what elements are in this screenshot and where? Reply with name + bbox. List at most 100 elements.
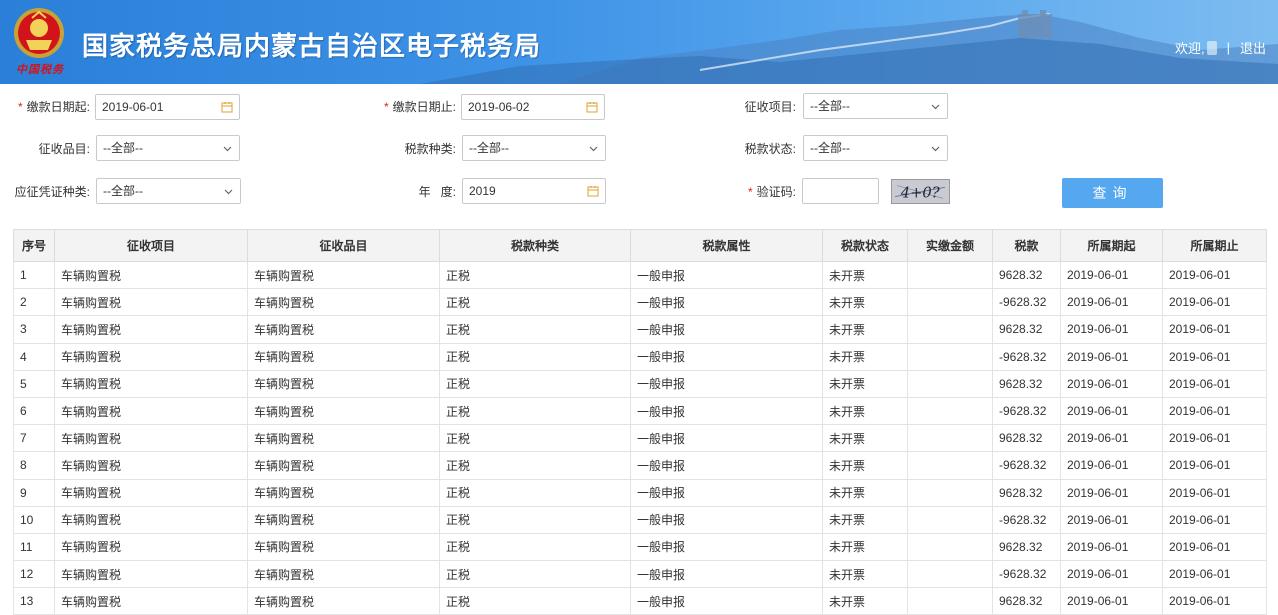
table-cell: 车辆购置税 (54, 532, 248, 562)
table-cell: 正税 (439, 342, 631, 371)
table-cell: 一般申报 (630, 369, 823, 398)
voucher-type-select[interactable]: --全部-- (96, 178, 241, 204)
table-row[interactable]: 4 车辆购置税 车辆购置税 正税 一般申报 未开票 -9628.32 2019-06-01 20… (13, 342, 1267, 371)
table-row[interactable]: 7 车辆购置税 车辆购置税 正税 一般申报 未开票 9628.32 2019-06-01 201… (13, 424, 1267, 453)
required-mark: * (747, 185, 753, 199)
table-cell: 一般申报 (630, 424, 823, 453)
result-table: 序号 征收项目 征收品目 税款种类 税款属性 税款状态 实缴金额 税款 所属期起 所属期止 1 车辆… (13, 229, 1267, 615)
pay-date-start-label: * 缴款日期起: (8, 93, 90, 121)
form-row-1: * 缴款日期起: 2019-06-01 * 缴款日期止: 2019-06-02 征收… (0, 93, 1278, 121)
table-cell: 2019-06-01 (1162, 451, 1267, 480)
table-row[interactable]: 12 车辆购置税 车辆购置税 正税 一般申报 未开票 -9628.32 2019-06-01 2… (13, 560, 1267, 589)
query-button[interactable]: 查询 (1062, 178, 1163, 208)
user-area: 欢迎, | 退出 (1175, 38, 1266, 57)
table-cell (907, 532, 993, 562)
table-cell: 正税 (439, 532, 631, 562)
calendar-icon[interactable] (587, 185, 599, 197)
table-cell: -9628.32 (992, 505, 1061, 534)
table-cell: 2019-06-01 (1060, 260, 1163, 290)
table-cell: 2019-06-01 (1060, 478, 1163, 507)
table-cell: 2019-06-01 (1162, 369, 1267, 398)
table-cell: 正税 (439, 424, 631, 453)
table-cell: 9628.32 (992, 369, 1061, 398)
table-cell: 正税 (439, 260, 631, 290)
chevron-down-icon (931, 104, 940, 110)
label-text: 缴款日期起: (26, 100, 90, 114)
captcha-image[interactable]: 4+0? (891, 179, 950, 204)
table-cell: 正税 (439, 288, 631, 317)
logout-link[interactable]: 退出 (1240, 38, 1266, 57)
table-cell: 2019-06-01 (1060, 424, 1163, 453)
captcha-input[interactable] (802, 178, 879, 204)
table-cell: 2 (13, 288, 55, 317)
tax-emblem-icon (14, 8, 64, 58)
table-row[interactable]: 10 车辆购置税 车辆购置税 正税 一般申报 未开票 -9628.32 2019-06-01 2… (13, 505, 1267, 534)
table-cell: 车辆购置税 (247, 260, 440, 290)
column-header: 征收品目 (247, 229, 440, 262)
table-cell: 2019-06-01 (1060, 315, 1163, 344)
table-row[interactable]: 2 车辆购置税 车辆购置税 正税 一般申报 未开票 -9628.32 2019-06-01 20… (13, 288, 1267, 317)
table-cell: -9628.32 (992, 342, 1061, 371)
table-row[interactable]: 9 车辆购置税 车辆购置税 正税 一般申报 未开票 9628.32 2019-06-01 201… (13, 478, 1267, 507)
table-cell: 2019-06-01 (1162, 288, 1267, 317)
form-row-2: 征收品目: --全部-- 税款种类: --全部-- 税款状态: --全部-- (0, 135, 1278, 163)
table-body: 1 车辆购置税 车辆购置税 正税 一般申报 未开票 9628.32 2019-06-01 201… (13, 260, 1267, 615)
table-cell: 一般申报 (630, 478, 823, 507)
table-row[interactable]: 5 车辆购置税 车辆购置税 正税 一般申报 未开票 9628.32 2019-06-01 201… (13, 369, 1267, 398)
table-cell: 3 (13, 315, 55, 344)
column-header: 征收项目 (54, 229, 248, 262)
table-header-row: 序号 征收项目 征收品目 税款种类 税款属性 税款状态 实缴金额 税款 所属期起 所属期止 (13, 229, 1267, 262)
table-cell: 车辆购置税 (247, 369, 440, 398)
table-row[interactable]: 13 车辆购置税 车辆购置税 正税 一般申报 未开票 9628.32 2019-06-01 20… (13, 587, 1267, 615)
table-cell: 2019-06-01 (1060, 288, 1163, 317)
table-cell: 一般申报 (630, 451, 823, 480)
tax-type-select[interactable]: --全部-- (462, 135, 606, 161)
select-value: --全部-- (810, 141, 850, 155)
column-header: 所属期止 (1162, 229, 1267, 262)
collect-item-select[interactable]: --全部-- (803, 93, 948, 119)
table-cell: 9628.32 (992, 532, 1061, 562)
pay-date-end-input[interactable]: 2019-06-02 (461, 94, 605, 120)
table-cell: 2019-06-01 (1060, 532, 1163, 562)
select-value: --全部-- (810, 99, 850, 113)
tax-status-select[interactable]: --全部-- (803, 135, 948, 161)
table-cell (907, 424, 993, 453)
table-cell: 车辆购置税 (54, 560, 248, 589)
table-row[interactable]: 1 车辆购置税 车辆购置税 正税 一般申报 未开票 9628.32 2019-06-01 201… (13, 260, 1267, 290)
table-cell: 正税 (439, 396, 631, 426)
pay-date-start-input[interactable]: 2019-06-01 (95, 94, 240, 120)
table-cell: 未开票 (822, 532, 908, 562)
tax-status-label: 税款状态: (744, 142, 796, 156)
select-value: --全部-- (103, 141, 143, 155)
table-cell: 一般申报 (630, 560, 823, 589)
table-cell: 一般申报 (630, 288, 823, 317)
table-cell: 4 (13, 342, 55, 371)
table-cell: 2019-06-01 (1060, 451, 1163, 480)
table-cell: 2019-06-01 (1060, 505, 1163, 534)
table-cell: 未开票 (822, 478, 908, 507)
collect-category-select[interactable]: --全部-- (96, 135, 240, 161)
table-cell: 2019-06-01 (1162, 396, 1267, 426)
year-input[interactable]: 2019 (462, 178, 606, 204)
table-cell: 车辆购置税 (247, 505, 440, 534)
calendar-icon[interactable] (586, 101, 598, 113)
table-row[interactable]: 11 车辆购置税 车辆购置税 正税 一般申报 未开票 9628.32 2019-06-01 20… (13, 532, 1267, 562)
table-cell: 5 (13, 369, 55, 398)
table-cell: 车辆购置税 (247, 288, 440, 317)
table-cell (907, 260, 993, 290)
table-row[interactable]: 6 车辆购置税 车辆购置税 正税 一般申报 未开票 -9628.32 2019-06-01 20… (13, 396, 1267, 426)
table-cell: 车辆购置税 (54, 451, 248, 480)
table-cell: 一般申报 (630, 505, 823, 534)
collect-category-label: 征收品目: (38, 142, 90, 156)
table-cell: 正税 (439, 451, 631, 480)
captcha-image-text: 4+0? (900, 184, 940, 201)
table-cell: 8 (13, 451, 55, 480)
table-cell: 2019-06-01 (1162, 424, 1267, 453)
table-cell: 一般申报 (630, 342, 823, 371)
select-value: --全部-- (469, 141, 509, 155)
column-header: 税款状态 (822, 229, 908, 262)
table-cell: 10 (13, 505, 55, 534)
table-row[interactable]: 3 车辆购置税 车辆购置税 正税 一般申报 未开票 9628.32 2019-06-01 201… (13, 315, 1267, 344)
table-row[interactable]: 8 车辆购置税 车辆购置税 正税 一般申报 未开票 -9628.32 2019-06-01 20… (13, 451, 1267, 480)
calendar-icon[interactable] (221, 101, 233, 113)
